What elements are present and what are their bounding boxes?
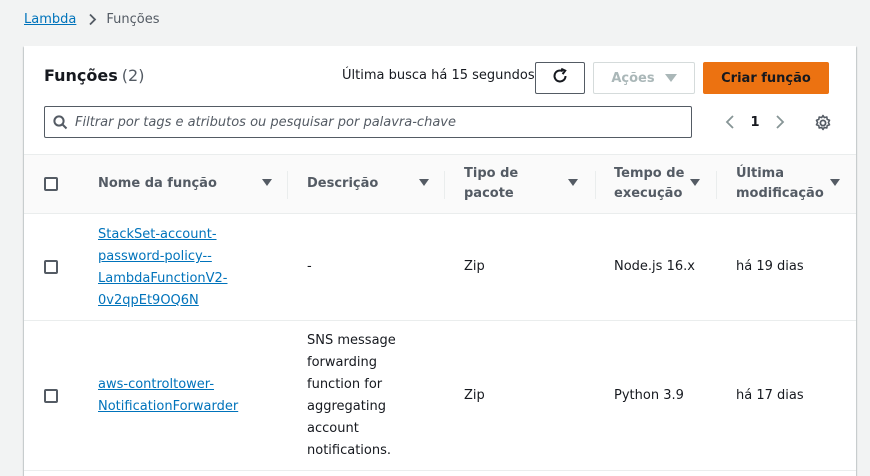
last-fetch-status: Última busca há 15 segundos bbox=[342, 68, 535, 83]
sort-icon[interactable] bbox=[830, 179, 840, 186]
table-header: Nome da função Descrição Tipo de pacote … bbox=[24, 154, 856, 214]
column-divider bbox=[444, 171, 445, 199]
function-runtime: Python 3.9 bbox=[614, 388, 684, 403]
refresh-icon bbox=[551, 67, 569, 89]
function-name-link[interactable]: StackSet-account- password-policy-- Lamb… bbox=[98, 224, 228, 312]
column-header-package-type[interactable]: Tipo de pacote bbox=[464, 155, 584, 213]
previous-page-button[interactable] bbox=[718, 110, 742, 134]
function-count: (2) bbox=[121, 66, 145, 85]
actions-dropdown-button[interactable]: Ações bbox=[593, 62, 695, 94]
gear-icon bbox=[815, 114, 831, 131]
sort-icon[interactable] bbox=[690, 179, 700, 186]
breadcrumb-lambda-link[interactable]: Lambda bbox=[24, 12, 76, 27]
column-header-name[interactable]: Nome da função bbox=[98, 155, 278, 213]
functions-table: Nome da função Descrição Tipo de pacote … bbox=[24, 154, 856, 471]
column-header-last-modified[interactable]: Última modificação bbox=[736, 155, 846, 213]
chevron-left-icon bbox=[725, 115, 734, 129]
create-function-button[interactable]: Criar função bbox=[703, 62, 829, 94]
table-row[interactable]: aws-controltower- NotificationForwarder … bbox=[24, 321, 856, 471]
function-runtime: Node.js 16.x bbox=[614, 259, 695, 274]
function-name-link[interactable]: aws-controltower- NotificationForwarder bbox=[98, 374, 238, 418]
search-icon bbox=[45, 114, 75, 130]
breadcrumb-current: Funções bbox=[106, 11, 160, 27]
sort-icon[interactable] bbox=[419, 179, 429, 186]
column-header-last-modified-label: Última modificação bbox=[736, 166, 824, 201]
table-preferences-button[interactable] bbox=[812, 112, 834, 134]
sort-icon[interactable] bbox=[262, 179, 272, 186]
caret-down-icon bbox=[664, 74, 677, 82]
table-row[interactable]: StackSet-account- password-policy-- Lamb… bbox=[24, 214, 856, 321]
panel-title-text: Funções bbox=[44, 66, 118, 85]
column-header-name-label: Nome da função bbox=[98, 176, 217, 191]
column-divider bbox=[287, 171, 288, 199]
column-divider bbox=[595, 171, 596, 199]
search-input[interactable] bbox=[75, 108, 691, 136]
column-header-runtime[interactable]: Tempo de execução bbox=[614, 155, 714, 213]
refresh-button[interactable] bbox=[535, 62, 585, 94]
function-package-type: Zip bbox=[464, 259, 485, 274]
chevron-right-icon bbox=[88, 13, 97, 26]
next-page-button[interactable] bbox=[768, 110, 792, 134]
function-package-type: Zip bbox=[464, 388, 485, 403]
function-last-modified: há 19 dias bbox=[736, 259, 804, 274]
chevron-right-icon bbox=[776, 115, 785, 129]
functions-panel: Funções (2) Última busca há 15 segundos A… bbox=[24, 46, 856, 476]
function-last-modified: há 17 dias bbox=[736, 388, 804, 403]
actions-label: Ações bbox=[611, 70, 655, 86]
breadcrumb: Lambda Funções bbox=[24, 10, 159, 28]
function-description: - bbox=[307, 259, 312, 274]
row-checkbox[interactable] bbox=[44, 260, 58, 274]
column-header-description[interactable]: Descrição bbox=[307, 155, 437, 213]
row-checkbox[interactable] bbox=[44, 389, 58, 403]
function-description: SNS message forwarding function for aggr… bbox=[307, 333, 396, 458]
search-bar bbox=[44, 106, 692, 138]
sort-icon[interactable] bbox=[568, 179, 578, 186]
current-page-number[interactable]: 1 bbox=[742, 115, 768, 130]
panel-title: Funções (2) bbox=[44, 66, 144, 85]
column-header-runtime-label: Tempo de execução bbox=[614, 166, 685, 201]
column-divider bbox=[716, 171, 717, 199]
column-header-description-label: Descrição bbox=[307, 176, 379, 191]
column-header-package-type-label: Tipo de pacote bbox=[464, 166, 519, 201]
pagination: 1 bbox=[718, 110, 792, 134]
select-all-checkbox[interactable] bbox=[44, 177, 58, 191]
